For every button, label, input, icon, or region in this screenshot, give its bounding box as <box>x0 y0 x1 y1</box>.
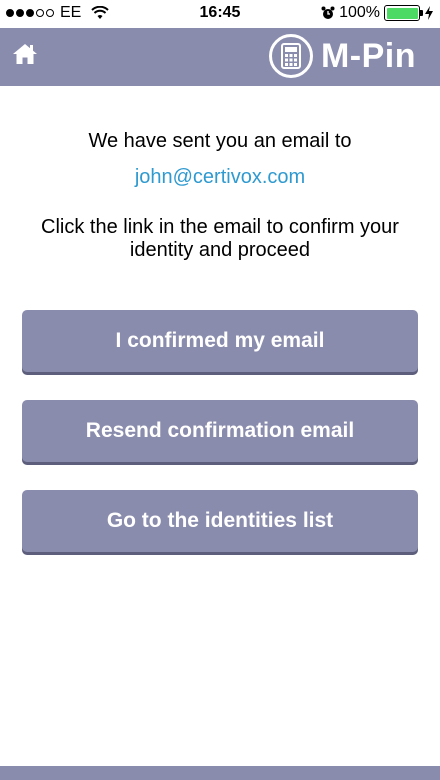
confirmed-email-button[interactable]: I confirmed my email <box>22 310 418 372</box>
email-address: john@certivox.com <box>134 166 306 188</box>
calculator-icon <box>268 34 313 78</box>
home-icon[interactable] <box>12 42 38 66</box>
email-sent-message: We have sent you an email to <box>88 130 352 152</box>
logo-text: M-Pin <box>320 36 416 75</box>
instruction-line-2: identity and proceed <box>129 239 311 261</box>
screen: EE 16:45 100% M-Pin We have sent you an … <box>0 0 440 780</box>
bottom-bar <box>0 766 440 780</box>
instruction-line-1: Click the link in the email to confirm y… <box>41 216 399 238</box>
battery-percent: 100% <box>339 4 380 21</box>
app-header: M-Pin <box>0 28 440 86</box>
identities-list-button[interactable]: Go to the identities list <box>22 490 418 552</box>
status-right: 100% <box>321 4 434 22</box>
resend-confirmation-button[interactable]: Resend confirmation email <box>22 400 418 462</box>
status-bar: EE 16:45 100% <box>0 0 440 28</box>
mpin-logo: M-Pin <box>268 34 416 78</box>
charging-bolt-icon <box>425 6 433 20</box>
battery-icon <box>384 5 423 21</box>
alarm-clock-icon <box>321 6 335 19</box>
